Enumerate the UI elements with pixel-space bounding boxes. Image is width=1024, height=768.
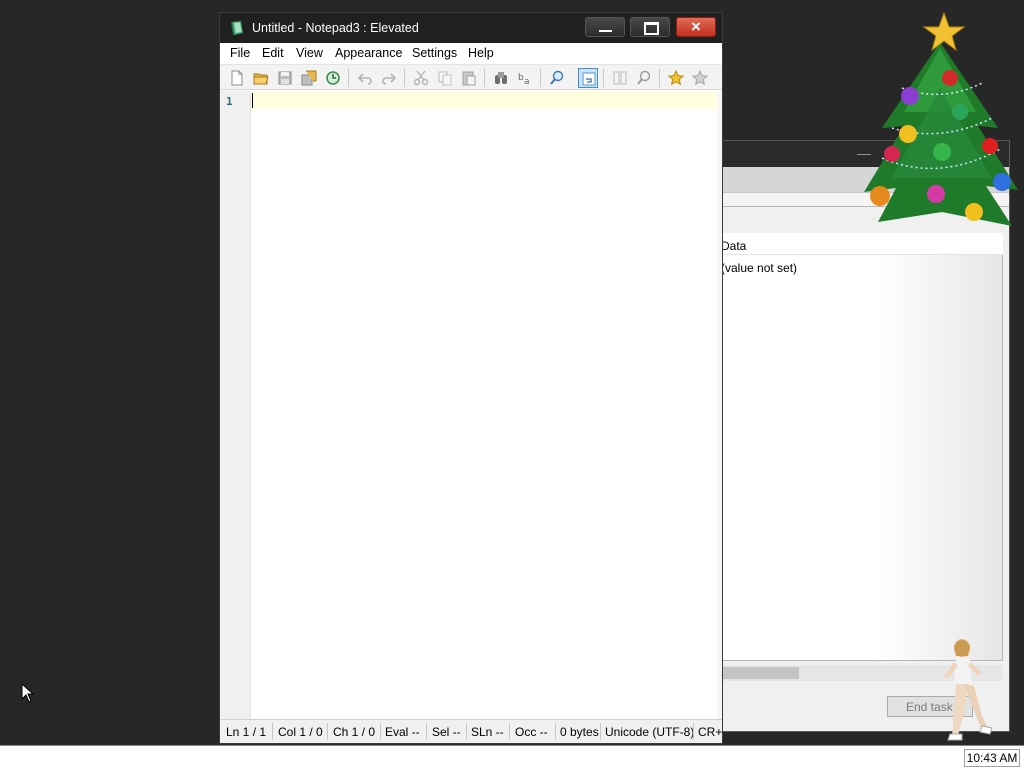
- menu-help[interactable]: Help: [468, 46, 494, 60]
- maximize-button[interactable]: [630, 17, 670, 37]
- close-icon: ×: [691, 17, 701, 36]
- status-occurrences[interactable]: Occ --: [515, 725, 548, 739]
- favorite-icon[interactable]: [666, 68, 686, 88]
- status-file-size[interactable]: 0 bytes: [560, 725, 599, 739]
- status-selection[interactable]: Sel --: [432, 725, 461, 739]
- window-title: Untitled - Notepad3 : Elevated: [252, 21, 419, 35]
- text-editor[interactable]: 1: [220, 91, 722, 719]
- menu-appearance[interactable]: Appearance: [335, 46, 402, 60]
- text-caret: [252, 93, 253, 108]
- menu-edit[interactable]: Edit: [262, 46, 284, 60]
- save-as-icon[interactable]: [299, 68, 319, 88]
- mouse-pointer-icon: [21, 683, 34, 703]
- close-button[interactable]: ×: [676, 17, 716, 37]
- toggle-view-icon[interactable]: [610, 68, 630, 88]
- status-bar: Ln 1 / 1 Col 1 / 0 Ch 1 / 0 Eval -- Sel …: [220, 719, 722, 743]
- status-separator: [555, 723, 556, 740]
- status-separator: [693, 723, 694, 740]
- status-eval[interactable]: Eval --: [385, 725, 420, 739]
- save-icon[interactable]: [275, 68, 295, 88]
- status-column[interactable]: Col 1 / 0: [278, 725, 323, 739]
- menu-file[interactable]: File: [230, 46, 250, 60]
- notepad3-window[interactable]: Untitled - Notepad3 : Elevated × File Ed…: [219, 12, 723, 744]
- status-separator: [509, 723, 510, 740]
- taskbar[interactable]: 10:43 AM: [0, 745, 1024, 768]
- status-char[interactable]: Ch 1 / 0: [333, 725, 375, 739]
- line-number-gutter: 1: [220, 91, 251, 719]
- values-list[interactable]: Data (value not set): [723, 233, 1003, 661]
- toolbar-separator: [484, 69, 485, 87]
- data-column-label: Data: [722, 239, 747, 253]
- status-separator: [327, 723, 328, 740]
- undo-icon[interactable]: [355, 68, 375, 88]
- zoom-in-icon[interactable]: [634, 68, 654, 88]
- copy-icon[interactable]: [435, 68, 455, 88]
- menu-bar: File Edit View Appearance Settings Help: [220, 43, 722, 63]
- status-separator: [426, 723, 427, 740]
- menu-settings[interactable]: Settings: [412, 46, 457, 60]
- toolbar-separator: [348, 69, 349, 87]
- redo-icon[interactable]: [379, 68, 399, 88]
- add-favorite-icon[interactable]: [690, 68, 710, 88]
- minimize-button[interactable]: [585, 17, 625, 37]
- notepad3-titlebar[interactable]: Untitled - Notepad3 : Elevated ×: [220, 13, 722, 43]
- reload-icon[interactable]: [323, 68, 343, 88]
- status-separator: [380, 723, 381, 740]
- notepad3-app-icon: [231, 21, 243, 35]
- status-line[interactable]: Ln 1 / 1: [226, 725, 266, 739]
- paste-icon[interactable]: [459, 68, 479, 88]
- zoom-icon[interactable]: [547, 68, 567, 88]
- cut-icon[interactable]: [411, 68, 431, 88]
- toolbar-separator: [603, 69, 604, 87]
- toolbar-separator: [540, 69, 541, 87]
- current-line-highlight: [251, 91, 717, 109]
- line-number: 1: [226, 95, 233, 108]
- toolbar: ba: [220, 64, 722, 90]
- status-separator: [600, 723, 601, 740]
- status-selected-lines[interactable]: SLn --: [471, 725, 504, 739]
- status-line-endings[interactable]: CR+: [698, 725, 722, 739]
- status-separator: [272, 723, 273, 740]
- toolbar-separator: [404, 69, 405, 87]
- taskbar-clock[interactable]: 10:43 AM: [964, 749, 1020, 767]
- dancer-figure-decoration: [944, 639, 992, 741]
- word-wrap-icon[interactable]: [578, 68, 598, 88]
- status-encoding[interactable]: Unicode (UTF-8): [605, 725, 694, 739]
- replace-icon[interactable]: ba: [515, 68, 535, 88]
- horizontal-scroll-thumb[interactable]: [723, 667, 799, 679]
- svg-text:a: a: [524, 77, 530, 86]
- toolbar-separator: [659, 69, 660, 87]
- christmas-tree-decoration: [864, 11, 1018, 226]
- find-icon[interactable]: [491, 68, 511, 88]
- new-file-icon[interactable]: [227, 68, 247, 88]
- menu-view[interactable]: View: [296, 46, 323, 60]
- list-item-value[interactable]: (value not set): [723, 261, 797, 275]
- status-separator: [466, 723, 467, 740]
- editor-edge: [717, 91, 722, 719]
- open-folder-icon[interactable]: [251, 68, 271, 88]
